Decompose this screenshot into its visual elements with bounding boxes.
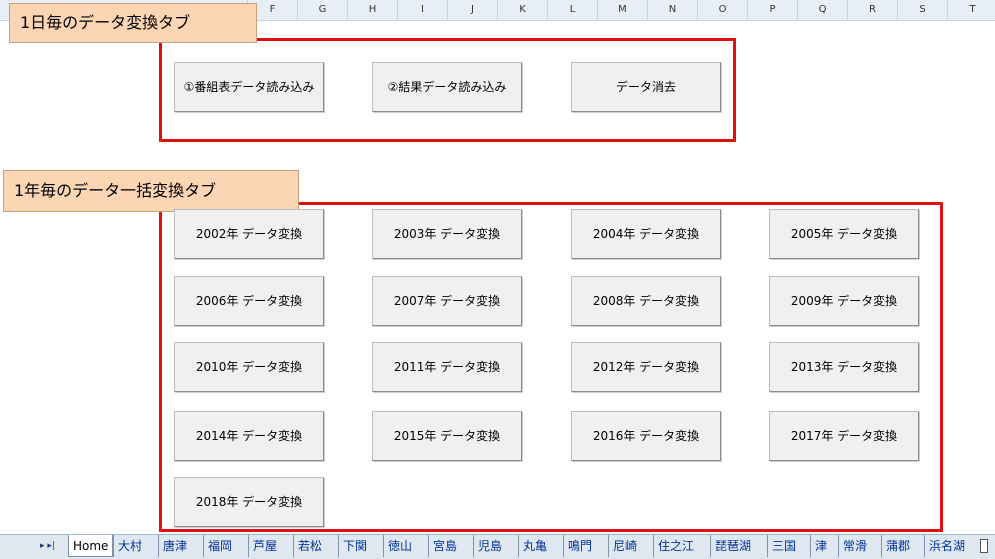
convert-2002-button[interactable]: 2002年 データ変換 — [174, 209, 324, 259]
convert-2005-button[interactable]: 2005年 データ変換 — [769, 209, 919, 259]
column-header-q[interactable]: Q — [798, 0, 848, 20]
column-header-p[interactable]: P — [748, 0, 798, 20]
tab-ashiya[interactable]: 芦屋 — [248, 535, 281, 557]
tab-scrollbar-handle[interactable] — [980, 539, 988, 553]
tab-kojima[interactable]: 児島 — [473, 535, 506, 557]
column-header-i[interactable]: I — [398, 0, 448, 20]
convert-2010-button[interactable]: 2010年 データ変換 — [174, 342, 324, 392]
tab-biwako[interactable]: 琵琶湖 — [710, 535, 755, 557]
convert-2003-button[interactable]: 2003年 データ変換 — [372, 209, 522, 259]
column-header-m[interactable]: M — [598, 0, 648, 20]
tab-fukuoka[interactable]: 福岡 — [203, 535, 236, 557]
column-header-t[interactable]: T — [948, 0, 995, 20]
tab-shimonoseki[interactable]: 下関 — [338, 535, 371, 557]
tab-amagasaki[interactable]: 尼崎 — [608, 535, 641, 557]
tab-tokuyama[interactable]: 徳山 — [383, 535, 416, 557]
column-header-r[interactable]: R — [848, 0, 898, 20]
column-header-s[interactable]: S — [898, 0, 948, 20]
column-header-n[interactable]: N — [648, 0, 698, 20]
column-header-l[interactable]: L — [548, 0, 598, 20]
column-header-g[interactable]: G — [298, 0, 348, 20]
convert-2013-button[interactable]: 2013年 データ変換 — [769, 342, 919, 392]
load-result-data-button[interactable]: ②結果データ読み込み — [372, 62, 522, 112]
tab-wakamatsu[interactable]: 若松 — [293, 535, 326, 557]
tab-suminoe[interactable]: 住之江 — [653, 535, 698, 557]
tab-gamagori[interactable]: 蒲郡 — [881, 535, 914, 557]
convert-2008-button[interactable]: 2008年 データ変換 — [571, 276, 721, 326]
tab-miyajima[interactable]: 宮島 — [428, 535, 461, 557]
convert-2006-button[interactable]: 2006年 データ変換 — [174, 276, 324, 326]
tab-mikuni[interactable]: 三国 — [767, 535, 800, 557]
convert-2016-button[interactable]: 2016年 データ変換 — [571, 411, 721, 461]
convert-2015-button[interactable]: 2015年 データ変換 — [372, 411, 522, 461]
convert-2007-button[interactable]: 2007年 データ変換 — [372, 276, 522, 326]
tab-marugame[interactable]: 丸亀 — [518, 535, 551, 557]
load-program-data-button[interactable]: ①番組表データ読み込み — [174, 62, 324, 112]
convert-2014-button[interactable]: 2014年 データ変換 — [174, 411, 324, 461]
column-header-h[interactable]: H — [348, 0, 398, 20]
tab-karatsu[interactable]: 唐津 — [158, 535, 191, 557]
convert-2018-button[interactable]: 2018年 データ変換 — [174, 477, 324, 527]
tab-home[interactable]: Home — [68, 535, 114, 557]
clear-data-button[interactable]: データ消去 — [571, 62, 721, 112]
tab-scroll-icon[interactable]: ▸ ▸| — [40, 538, 55, 554]
tab-naruto[interactable]: 鳴門 — [563, 535, 596, 557]
tab-tokoname[interactable]: 常滑 — [838, 535, 871, 557]
tab-omura[interactable]: 大村 — [113, 535, 146, 557]
daily-section-title: 1日毎のデータ変換タブ — [9, 3, 257, 43]
convert-2011-button[interactable]: 2011年 データ変換 — [372, 342, 522, 392]
tab-hamanako[interactable]: 浜名湖 — [924, 535, 969, 557]
tab-tsu[interactable]: 津 — [810, 535, 831, 557]
convert-2012-button[interactable]: 2012年 データ変換 — [571, 342, 721, 392]
sheet-tab-bar: ▸ ▸| Home 大村 唐津 福岡 芦屋 若松 下関 徳山 宮島 児島 丸亀 … — [0, 534, 995, 559]
column-header-o[interactable]: O — [698, 0, 748, 20]
yearly-section-title: 1年毎のデータ一括変換タブ — [3, 170, 299, 212]
column-header-j[interactable]: J — [448, 0, 498, 20]
column-header-k[interactable]: K — [498, 0, 548, 20]
convert-2009-button[interactable]: 2009年 データ変換 — [769, 276, 919, 326]
convert-2017-button[interactable]: 2017年 データ変換 — [769, 411, 919, 461]
convert-2004-button[interactable]: 2004年 データ変換 — [571, 209, 721, 259]
